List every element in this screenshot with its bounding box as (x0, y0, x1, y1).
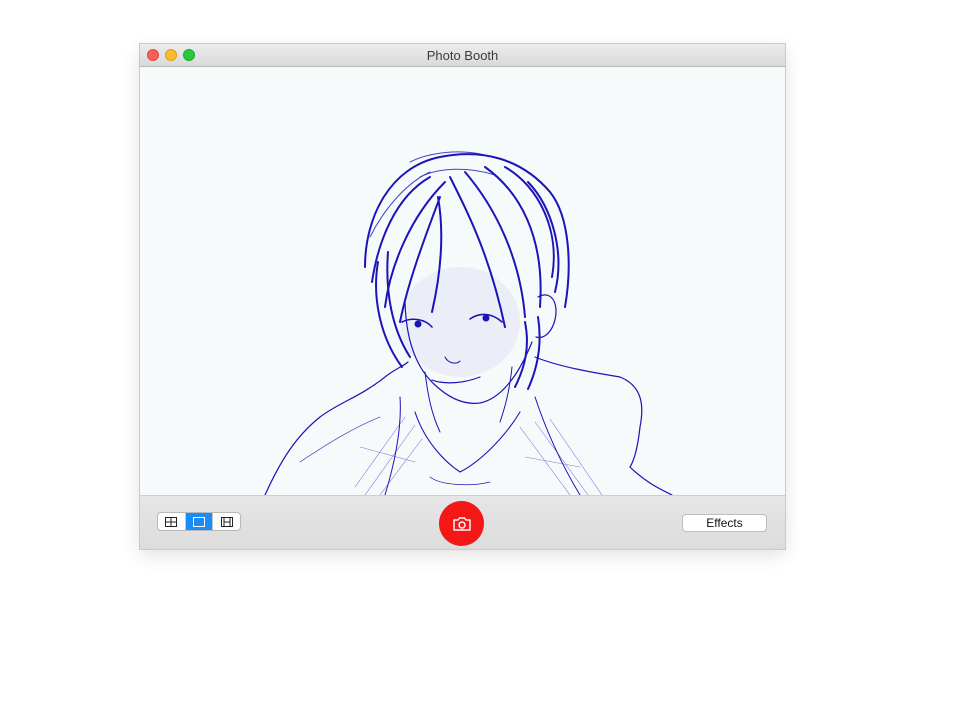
four-up-view-button[interactable] (158, 513, 186, 530)
bottom-toolbar: Effects (140, 495, 785, 549)
sketch-portrait-image (264, 151, 673, 495)
effects-button[interactable]: Effects (682, 514, 767, 532)
film-strip-icon (220, 516, 233, 527)
single-frame-icon (193, 516, 205, 527)
view-mode-segmented-control (157, 512, 241, 531)
single-view-button[interactable] (185, 513, 214, 530)
camera-preview (140, 67, 785, 495)
take-photo-button[interactable] (439, 501, 484, 546)
photo-booth-window: Photo Booth Effects (140, 44, 785, 549)
window-title: Photo Booth (426, 48, 499, 63)
video-view-button[interactable] (213, 513, 240, 530)
title-bar[interactable]: Photo Booth (140, 44, 785, 67)
four-up-grid-icon (165, 516, 178, 527)
camera-icon (452, 516, 471, 531)
